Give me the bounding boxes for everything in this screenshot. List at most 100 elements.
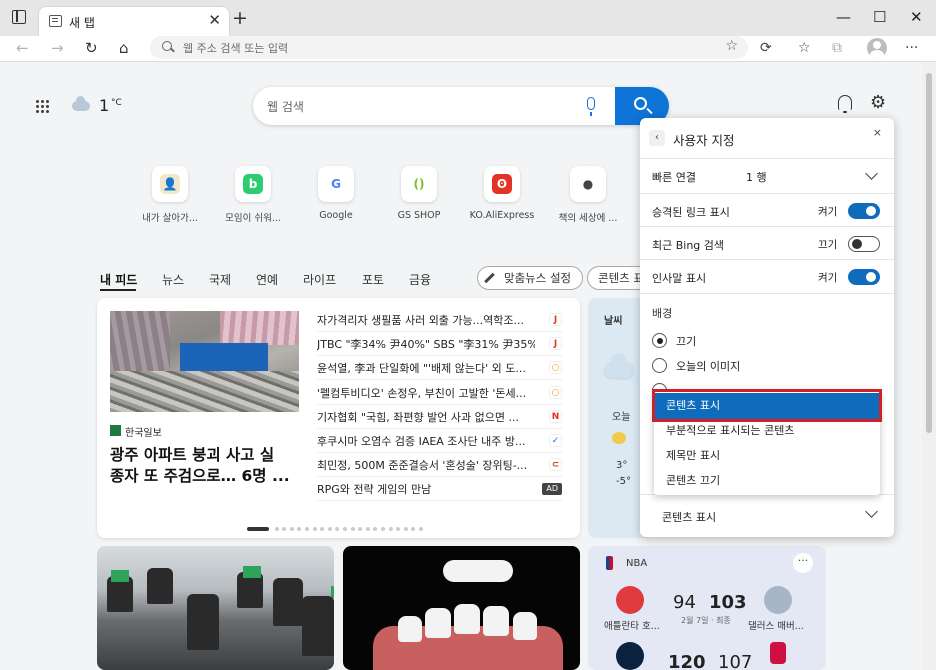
collections-icon[interactable]: ⧉ [832,39,842,57]
pager-dot[interactable] [365,527,370,531]
tab-news[interactable]: 뉴스 [162,271,184,288]
headline-row[interactable]: '펠컴투비디오' 손정우, 부친이 고발한 '돈세... ○ [317,381,562,405]
app-launcher-icon[interactable] [35,99,49,113]
minimize-button[interactable]: — [836,8,851,26]
favorites-icon[interactable]: ☆ [798,39,811,57]
scrollbar[interactable] [922,63,936,670]
quick-link-label: KO.AliExpress [469,210,535,221]
quick-link-tile[interactable]: b [235,166,271,202]
promoted-links-toggle[interactable] [848,203,880,219]
address-bar[interactable]: 웹 주소 검색 또는 입력 ☆ [150,36,748,59]
quick-link-tile[interactable]: () [401,166,437,202]
headline-row[interactable]: 최민정, 500M 준준결승서 '혼성술' 장위팅-... ⊂ [317,453,562,478]
pager-dot[interactable] [381,527,385,531]
quick-link-tile[interactable]: 👤 [152,166,188,202]
news-card-dental-ad[interactable] [343,546,580,670]
pager-dot[interactable] [419,527,423,531]
quick-link-5[interactable]: ʘ KO.AliExpress [458,166,546,221]
pager-dot[interactable] [373,527,378,531]
pager-dot[interactable] [305,527,309,531]
pager-dot[interactable] [411,527,416,531]
headline-row[interactable]: 기자협회 "국힘, 좌편향 발언 사과 없으면 ... N [317,405,562,429]
quick-link-3[interactable]: G Google [292,166,380,221]
pager-dot[interactable] [388,527,393,531]
news-card-motorcycles[interactable] [97,546,334,670]
quick-link-tile[interactable]: ● [570,166,606,202]
pager-dot[interactable] [312,527,317,531]
cloud-icon[interactable] [72,96,90,111]
weather-temperature[interactable]: 1 [99,96,109,115]
web-search-box[interactable]: 웹 검색 [253,87,669,125]
home-icon[interactable]: ⌂ [119,38,129,58]
quick-link-6[interactable]: ● 책의 세상에 ... [544,166,632,224]
pager-dot[interactable] [289,527,294,531]
personalize-button[interactable]: 맞춤뉴스 설정 [477,266,583,290]
headline-row[interactable]: 자가격리자 생필품 사러 외출 가능...역학조... J [317,308,562,332]
more-icon[interactable]: ··· [905,39,918,57]
headline-row[interactable]: RPG와 전략 게임의 만남 AD [317,477,562,502]
quick-link-tile[interactable]: ʘ [484,166,520,202]
pager-dot[interactable] [274,527,279,531]
bing-searches-toggle[interactable] [848,236,880,252]
pager-active-dot[interactable] [247,527,269,531]
chevron-down-icon[interactable] [865,167,878,180]
news-photo[interactable] [110,311,299,412]
tab-photo[interactable]: 포토 [362,271,384,288]
weather-card[interactable]: 날씨 오늘 3° -5° [588,298,648,538]
back-icon[interactable]: ← [16,38,29,58]
tab-actions-icon[interactable] [12,10,26,24]
greeting-toggle[interactable] [848,269,880,285]
close-window-button[interactable]: ✕ [910,8,923,26]
pager-dot[interactable] [396,527,401,531]
microphone-icon[interactable] [587,97,595,116]
new-tab-button[interactable]: + [232,8,248,28]
nba-scores-card[interactable]: NBA ··· 94 103 애틀란타 호... 2월 7일 · 최종 댈러스 … [588,546,826,670]
headline-row[interactable]: 윤석열, 李과 단일화에 "'배제 않는다' 외 도... ○ [317,356,562,381]
close-panel-button[interactable]: × [873,126,882,139]
pager-dot[interactable] [343,527,347,531]
pager-dot[interactable] [320,527,325,531]
profile-icon[interactable] [867,38,887,58]
notification-bell-icon[interactable] [838,95,852,113]
tab-new-tab[interactable]: 새 탭 ✕ [38,6,230,36]
pager-dot[interactable] [327,527,332,531]
quick-link-tile[interactable]: G [318,166,354,202]
pager-dot[interactable] [335,527,340,531]
quick-link-2[interactable]: b 모임이 쉬워... [209,166,297,224]
more-options-button[interactable]: ··· [793,553,813,573]
tab-finance[interactable]: 금융 [409,271,431,288]
quick-link-icon: ● [578,174,598,194]
pager-dot[interactable] [350,527,355,531]
refresh-icon[interactable]: ↻ [85,38,98,58]
scrollbar-thumb[interactable] [926,73,932,433]
personalize-label: 맞춤뉴스 설정 [504,271,572,285]
pager-dot[interactable] [297,527,302,531]
content-visibility-row[interactable]: 콘텐츠 표시 [640,494,894,537]
tab-close-button[interactable]: ✕ [208,12,221,28]
pager-dot[interactable] [358,527,363,531]
pager-dot[interactable] [282,527,287,531]
headline-row[interactable]: JTBC "李34% 尹40%" SBS "李31% 尹35%" ... J [317,332,562,357]
quick-links-row[interactable]: 빠른 연결 1 행 [640,158,894,192]
content-visibility-button[interactable]: 콘텐츠 표시 [587,266,647,290]
extensions-icon[interactable]: ⟳ [760,39,772,57]
dropdown-option-content-off[interactable]: 콘텐츠 끄기 [654,468,880,493]
headline-row[interactable]: 후쿠시마 오염수 검증 IAEA 조사단 내주 방... ✓ [317,429,562,453]
tab-life[interactable]: 라이프 [303,271,336,288]
forward-icon[interactable]: → [51,38,64,58]
quick-link-4[interactable]: () GS SHOP [375,166,463,221]
lead-headline[interactable]: 광주 아파트 붕괴 사고 실 종자 또 주검으로… 6명 ... [110,445,300,487]
gear-icon[interactable]: ⚙ [870,93,886,113]
back-button[interactable]: ‹ [649,130,665,146]
quick-link-1[interactable]: 👤 내가 살아가... [126,166,214,224]
maximize-button[interactable]: ☐ [873,8,886,26]
pager-dot[interactable] [403,527,408,531]
tab-my-feed[interactable]: 내 피드 [100,271,137,288]
radio-button[interactable] [652,358,667,373]
tab-world[interactable]: 국제 [209,271,231,288]
tab-entertainment[interactable]: 연예 [256,271,278,288]
dropdown-option-headings-only[interactable]: 제목만 표시 [654,443,880,468]
radio-button[interactable] [652,333,667,348]
favorite-add-icon[interactable]: ☆ [725,38,738,54]
chevron-down-icon[interactable] [865,505,878,518]
